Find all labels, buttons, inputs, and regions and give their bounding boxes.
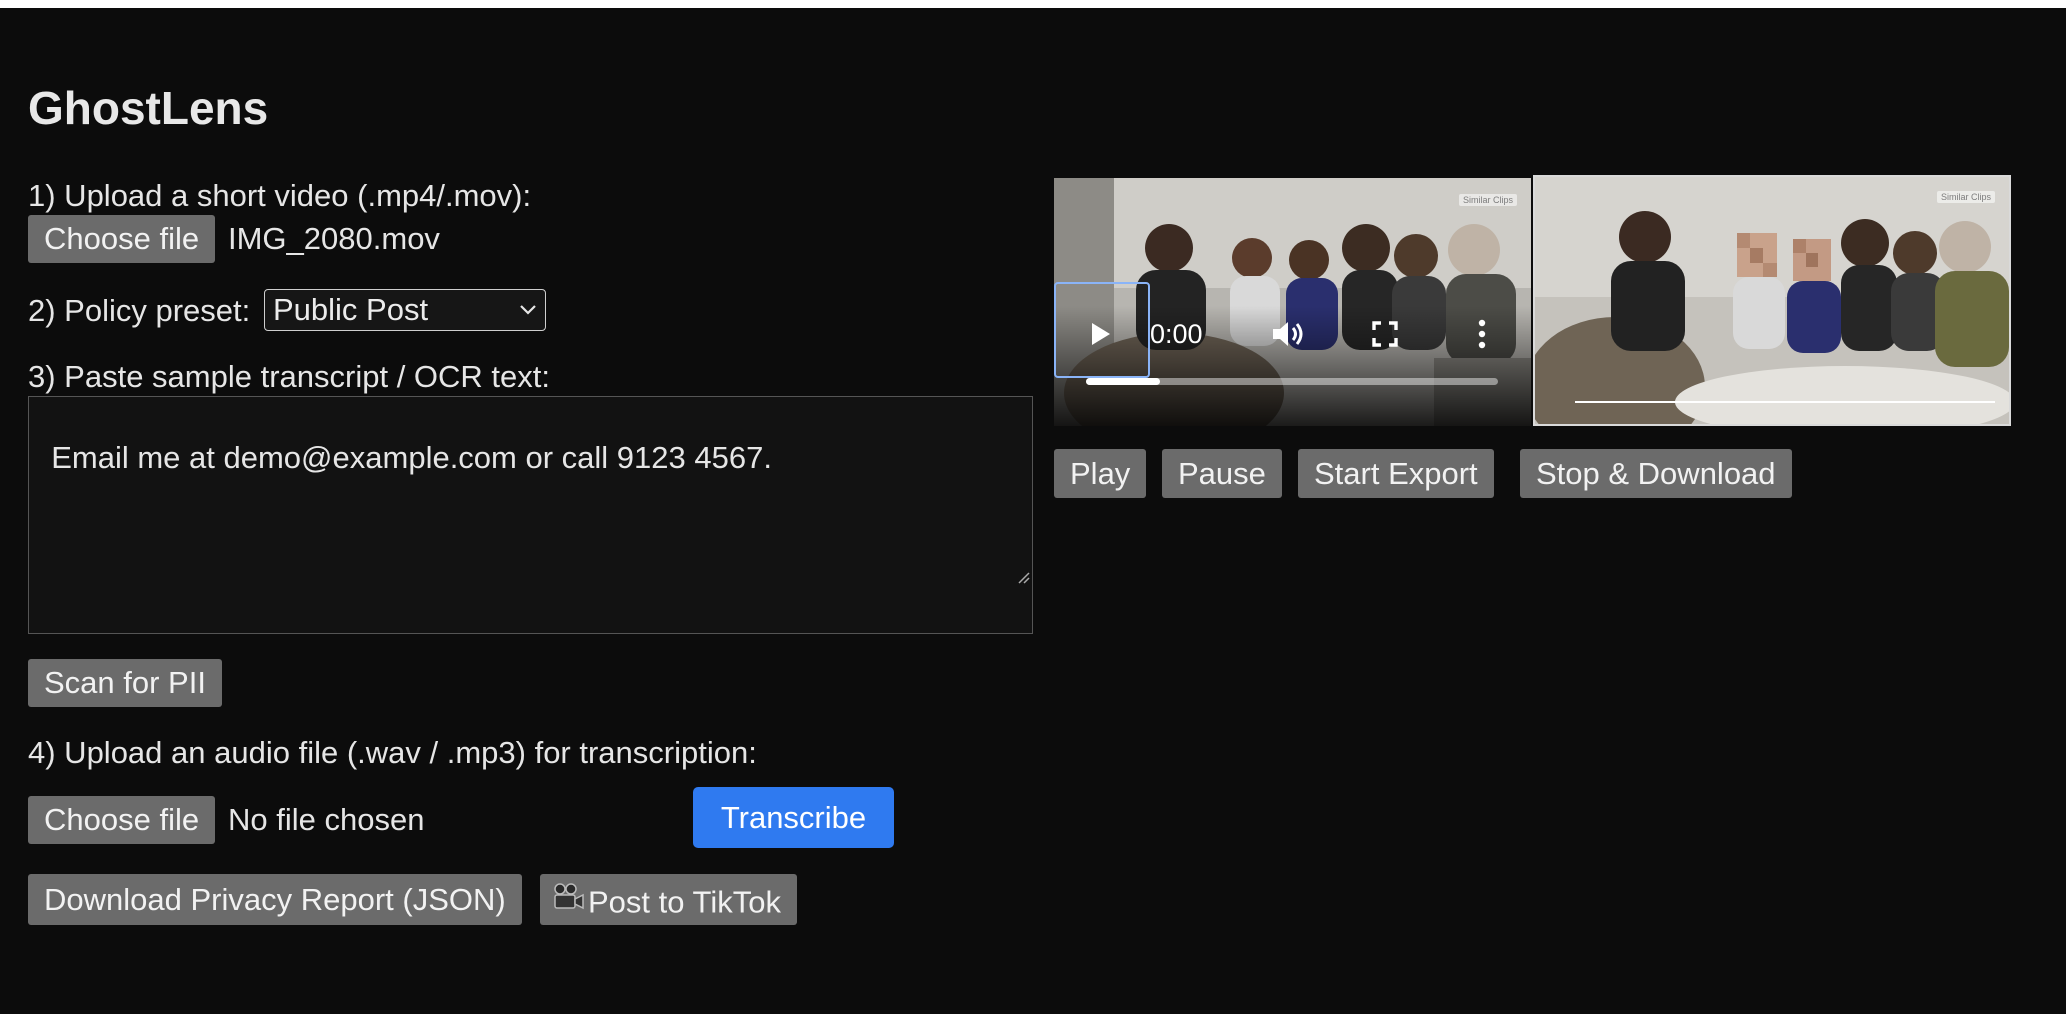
source-badge: Similar Clips [1458,194,1517,206]
start-export-button[interactable]: Start Export [1298,449,1494,498]
source-video-player[interactable]: Similar Clips 0:00 [1054,178,1531,426]
scan-pii-button[interactable]: Scan for PII [28,659,222,707]
audio-filename: No file chosen [228,802,425,837]
transcript-text: Email me at demo@example.com or call 912… [51,440,772,475]
progress-bar[interactable] [1086,378,1498,385]
policy-preset-value: Public Post [273,292,429,327]
volume-icon[interactable] [1266,312,1310,356]
stop-download-button[interactable]: Stop & Download [1520,449,1792,498]
policy-preset-select[interactable]: Public Post [264,289,546,331]
processed-badge: Similar Clips [1936,191,1995,203]
pause-button[interactable]: Pause [1162,449,1282,498]
transcript-label: 3) Paste sample transcript / OCR text: [28,359,551,394]
progress-fill [1086,378,1161,385]
video-filename: IMG_2080.mov [228,221,440,256]
transcribe-button[interactable]: Transcribe [693,787,894,848]
audio-upload-label: 4) Upload an audio file (.wav / .mp3) fo… [28,735,757,770]
page-title: GhostLens [28,82,269,134]
play-button[interactable]: Play [1054,449,1147,498]
processed-preview: Similar Clips [1533,175,2011,426]
play-icon[interactable] [1078,312,1122,356]
current-time: 0:00 [1150,319,1203,349]
top-bar [0,0,2066,8]
post-tiktok-button[interactable]: Post to TikTok [540,874,797,925]
processed-preview-frame [1535,177,2009,424]
choose-video-button[interactable]: Choose file [28,215,216,263]
more-vertical-icon[interactable] [1460,312,1504,356]
fullscreen-icon[interactable] [1363,312,1407,356]
video-upload-label: 1) Upload a short video (.mp4/.mov): [28,178,532,213]
chevron-down-icon [519,290,537,330]
choose-audio-button[interactable]: Choose file [28,796,216,844]
post-tiktok-label: Post to TikTok [588,884,781,920]
policy-preset-label: 2) Policy preset: [28,293,251,328]
download-report-button[interactable]: Download Privacy Report (JSON) [28,874,522,925]
resize-handle-icon[interactable] [982,517,1030,631]
transcript-textarea[interactable]: Email me at demo@example.com or call 912… [28,396,1033,634]
movie-camera-icon [552,876,586,927]
